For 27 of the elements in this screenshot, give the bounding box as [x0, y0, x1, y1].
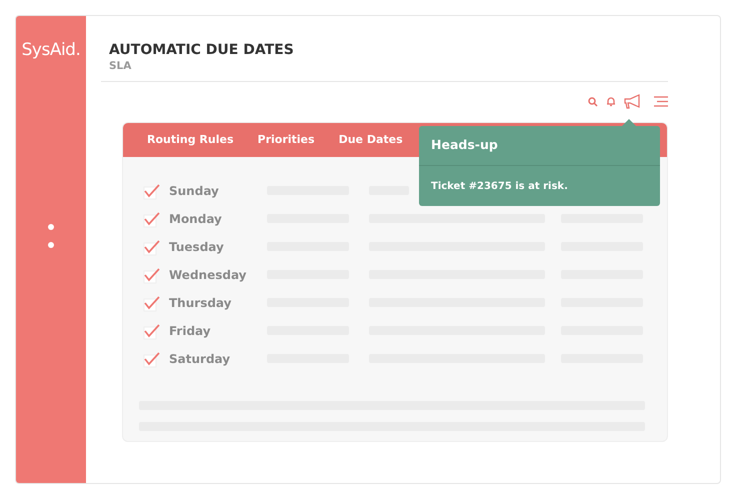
tab[interactable]: Due Dates [326, 122, 415, 157]
checkbox[interactable] [143, 210, 161, 228]
day-label: Tuesday [169, 238, 225, 256]
checkbox[interactable] [143, 350, 161, 368]
page-subtitle: SLA [109, 59, 132, 74]
more-icon[interactable] [48, 224, 54, 248]
page-title: AUTOMATIC DUE DATES [109, 42, 295, 59]
day-label: Wednesday [169, 266, 248, 284]
day-label: Thursday [169, 294, 232, 312]
checkbox[interactable] [143, 294, 161, 312]
megaphone-icon[interactable] [624, 94, 642, 110]
tab[interactable]: Routing Rules [135, 122, 246, 157]
day-label: Sunday [169, 182, 220, 200]
checkbox[interactable] [143, 266, 161, 284]
notification-title: Heads-up [419, 126, 660, 166]
tab[interactable]: Priorities [246, 122, 327, 157]
bell-icon[interactable] [606, 96, 616, 108]
search-icon[interactable] [588, 96, 598, 107]
checkbox[interactable] [143, 238, 161, 256]
menu-icon[interactable] [654, 96, 668, 108]
day-label: Saturday [169, 350, 232, 368]
notification-message: Ticket #23675 is at risk. [430, 180, 569, 194]
day-label: Monday [169, 210, 223, 228]
day-label: Friday [169, 322, 212, 340]
logo: SysAid. [22, 39, 80, 62]
checkbox[interactable] [143, 322, 161, 340]
checkbox[interactable] [143, 182, 161, 200]
